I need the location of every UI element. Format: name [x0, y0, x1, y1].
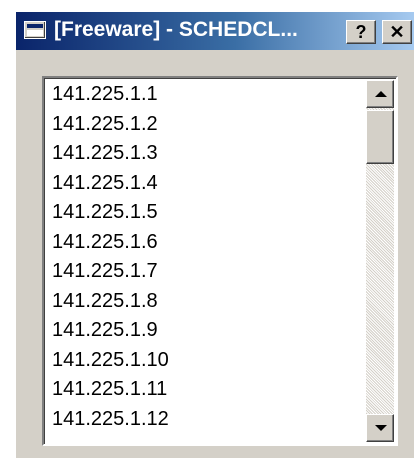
app-window: [Freeware] - SCHEDCL... ? ✕ 141.225.1.1 … — [14, 10, 414, 458]
list-item[interactable]: 141.225.1.8 — [44, 287, 366, 317]
list-item[interactable]: 141.225.1.4 — [44, 169, 366, 199]
list-item[interactable]: 141.225.1.6 — [44, 228, 366, 258]
list-item[interactable]: 141.225.1.2 — [44, 110, 366, 140]
arrow-up-icon — [375, 91, 387, 97]
close-button[interactable]: ✕ — [382, 20, 412, 44]
ip-address-list[interactable]: 141.225.1.1 141.225.1.2 141.225.1.3 141.… — [42, 76, 398, 446]
list-item[interactable]: 141.225.1.12 — [44, 405, 366, 435]
list-item[interactable]: 141.225.1.11 — [44, 375, 366, 405]
list-item[interactable]: 141.225.1.7 — [44, 257, 366, 287]
title-bar[interactable]: [Freeware] - SCHEDCL... ? ✕ — [16, 12, 414, 50]
vertical-scrollbar[interactable] — [366, 80, 394, 442]
list-item[interactable]: 141.225.1.9 — [44, 316, 366, 346]
list-item[interactable]: 141.225.1.1 — [44, 80, 366, 110]
window-app-icon[interactable] — [24, 21, 46, 39]
window-title: [Freeware] - SCHEDCL... — [54, 18, 298, 41]
scrollbar-thumb[interactable] — [366, 110, 394, 164]
scroll-up-button[interactable] — [366, 80, 394, 108]
help-button[interactable]: ? — [346, 20, 376, 44]
list-items: 141.225.1.1 141.225.1.2 141.225.1.3 141.… — [44, 78, 366, 434]
list-item[interactable]: 141.225.1.3 — [44, 139, 366, 169]
list-item[interactable]: 141.225.1.10 — [44, 346, 366, 376]
arrow-down-icon — [375, 425, 387, 431]
scroll-down-button[interactable] — [366, 414, 394, 442]
list-item[interactable]: 141.225.1.5 — [44, 198, 366, 228]
